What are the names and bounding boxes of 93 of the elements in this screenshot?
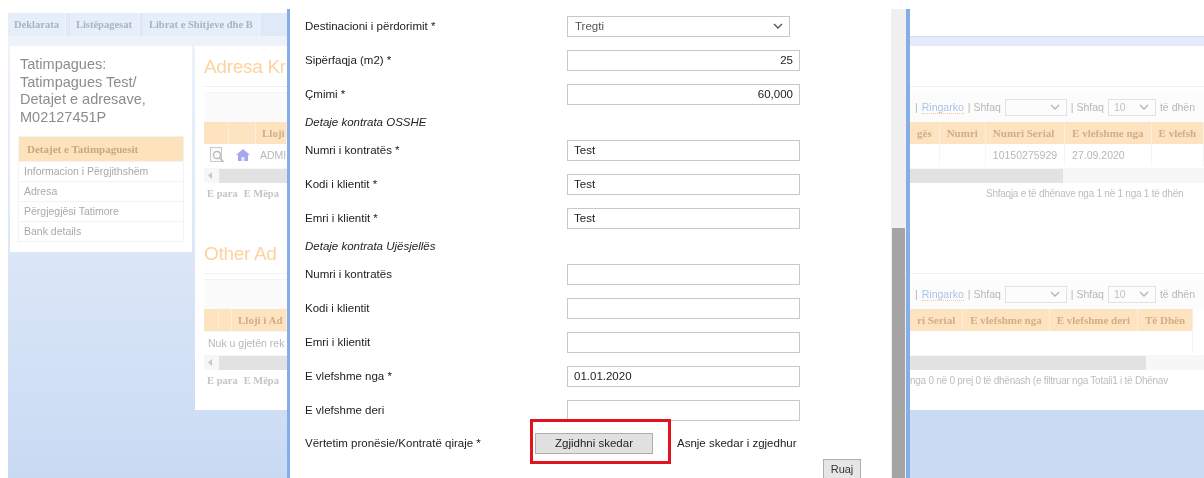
scrollbar[interactable]: [204, 168, 287, 183]
field-label: Sipërfaqja (m2) *: [305, 54, 393, 66]
column-header: [204, 309, 219, 331]
choose-file-button[interactable]: Zgjidhni skedar: [535, 432, 653, 454]
scrollbar-thumb[interactable]: [910, 168, 1063, 183]
input-field[interactable]: Test: [567, 173, 800, 195]
scrollbar-thumb[interactable]: [910, 355, 1146, 370]
scrollbar-thumb[interactable]: [219, 355, 287, 370]
menu-item[interactable]: Përgjegjësi Tatimore: [19, 201, 183, 221]
input-field[interactable]: Test: [567, 207, 800, 229]
menu-item[interactable]: Bank details: [19, 221, 183, 241]
input-field[interactable]: 25: [567, 49, 800, 71]
input-field[interactable]: [567, 399, 800, 421]
column-header: E vlefshme deri: [1049, 309, 1138, 331]
tab[interactable]: Deklarata: [8, 13, 66, 36]
field-label: Çmimi *: [305, 88, 347, 100]
column-header: [204, 122, 229, 144]
input-field[interactable]: [567, 331, 800, 353]
table-cell: 27.09.2020: [1065, 144, 1152, 166]
pager-link[interactable]: E para: [207, 187, 238, 199]
input-field[interactable]: 60,000: [567, 83, 800, 105]
scroll-left-icon: [208, 172, 213, 179]
scrollbar-thumb[interactable]: [219, 168, 287, 183]
chevron-icon: [773, 23, 783, 29]
scrollbar[interactable]: [910, 355, 1204, 370]
column-header: Numri: [939, 122, 986, 144]
column-header: Lloji: [256, 122, 287, 144]
column-header: ri Serial: [910, 309, 964, 331]
chevron-icon: [1049, 291, 1060, 297]
table-cell: 10150275929: [985, 144, 1066, 166]
toolbar-label: | Shfaq: [967, 288, 1001, 300]
toolbar-label: |: [915, 288, 918, 300]
dropdown-value: Tregti: [575, 20, 604, 32]
column-header: E vlefshme nga: [1065, 122, 1152, 144]
toolbar-label: |: [915, 101, 918, 113]
toolbar-label: | Shfaq: [967, 101, 1001, 113]
reload-link[interactable]: Ringarko: [921, 287, 964, 301]
chevron-icon: [1049, 104, 1060, 110]
file-status: Asnje skedar i zgjedhur: [677, 437, 797, 449]
scrollbar-thumb[interactable]: [892, 228, 905, 478]
menu-item[interactable]: Adresa: [19, 181, 183, 201]
section-title: Other Ad: [204, 243, 277, 265]
section-label: Detaje kontrata OSSHE: [305, 116, 427, 128]
section-label: Detaje kontrata Ujësjellës: [305, 240, 436, 252]
chevron-icon: [1138, 104, 1149, 110]
column-header: Numri Serial: [985, 122, 1066, 144]
field-label: Emri i klientit *: [305, 212, 379, 224]
field-label: Vërtetim pronësie/Kontratë qiraje *: [305, 437, 482, 449]
pager-link[interactable]: E Mëpa: [243, 374, 279, 386]
column-header: E vlefsh: [1151, 122, 1204, 144]
field-label: E vlefshme deri: [305, 404, 386, 416]
scrollbar[interactable]: [910, 168, 1204, 183]
scroll-left-icon: [208, 359, 213, 366]
toolbar-label: të dhën: [1159, 288, 1195, 300]
column-header: E vlefshme nga: [963, 309, 1050, 331]
view-document-icon: [208, 147, 225, 163]
menu-header: Detajet e Tatimpaguesit: [19, 137, 183, 161]
input-field[interactable]: 01.01.2020: [567, 365, 800, 387]
column-header: Lloji i Ad: [232, 309, 287, 331]
page-title: Tatimpagues: Tatimpagues Test/ Detajet e adresave, M02127451P: [19, 56, 147, 126]
field-label: Kodi i klientit: [305, 302, 371, 314]
chevron-icon: [1138, 291, 1149, 297]
column-header: Të Dhën: [1138, 309, 1194, 331]
reload-link[interactable]: Ringarko: [921, 100, 964, 114]
input-field[interactable]: [567, 297, 800, 319]
scrollbar[interactable]: [204, 355, 287, 370]
toolbar-label: të dhën: [1159, 101, 1195, 113]
toolbar-label: | Shfaq: [1070, 288, 1104, 300]
pager-link[interactable]: E para: [207, 374, 238, 386]
column-header: gës: [910, 122, 940, 144]
house-icon: [234, 148, 251, 162]
dropdown[interactable]: [1004, 285, 1067, 303]
field-label: Emri i klientit: [305, 336, 372, 348]
column-header: [229, 122, 256, 144]
dropdown[interactable]: Tregti: [567, 15, 790, 37]
input-field[interactable]: Test: [567, 139, 800, 161]
scrollbar[interactable]: [891, 9, 906, 478]
dropdown[interactable]: [1004, 98, 1067, 116]
field-label: Kodi i klientit *: [305, 178, 379, 190]
tab[interactable]: Listëpagesat: [69, 13, 139, 36]
pager-link[interactable]: E Mëpa: [243, 187, 279, 199]
toolbar-label: | Shfaq: [1070, 101, 1104, 113]
save-button[interactable]: Ruaj: [823, 459, 861, 478]
table-cell-text: ADMI: [259, 148, 287, 163]
field-label: Numri i kontratës *: [305, 144, 401, 156]
field-label: E vlefshme nga *: [305, 370, 393, 382]
tab[interactable]: Librat e Shitjeve dhe B: [142, 13, 260, 36]
field-label: Numri i kontratës: [305, 268, 393, 280]
field-label: Destinacioni i përdorimit *: [305, 20, 437, 32]
column-header: [219, 309, 232, 331]
input-field[interactable]: [567, 263, 800, 285]
table-info: Shfaqja e të dhënave nga 1 në 1 nga 1 të dhën: [986, 187, 1184, 199]
section-title: Adresa Kr: [204, 56, 286, 78]
